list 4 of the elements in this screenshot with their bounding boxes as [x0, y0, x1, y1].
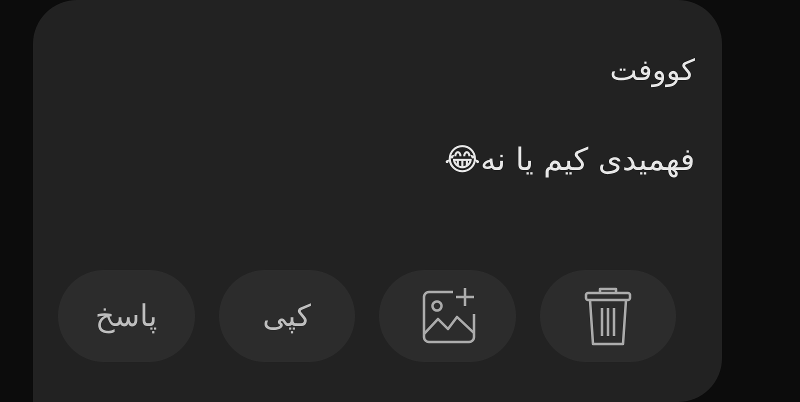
action-button[interactable]: کپی: [218, 270, 355, 362]
message-text: فهمیدی کیم یا نه😂: [444, 141, 695, 180]
sender-name: کووفت: [610, 52, 695, 90]
action-button[interactable]: پاسخ: [58, 270, 194, 362]
